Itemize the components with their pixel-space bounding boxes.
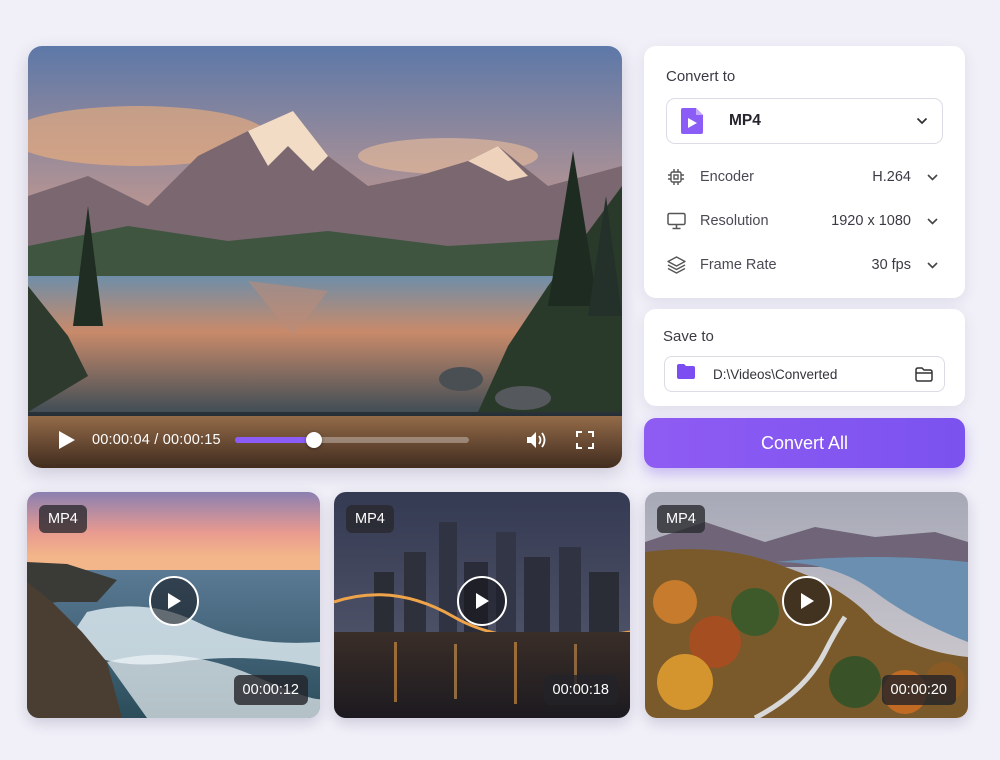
encoder-value: H.264 xyxy=(872,169,911,185)
format-badge: MP4 xyxy=(657,505,705,533)
playback-time: 00:00:04 / 00:00:15 xyxy=(92,432,221,448)
layers-icon xyxy=(666,255,686,275)
format-badge: MP4 xyxy=(346,505,394,533)
play-icon[interactable] xyxy=(457,576,507,626)
volume-icon[interactable] xyxy=(526,429,548,451)
convert-all-button[interactable]: Convert All xyxy=(644,418,965,468)
play-icon[interactable] xyxy=(781,576,832,626)
seek-bar[interactable] xyxy=(234,432,469,448)
encoder-label: Encoder xyxy=(700,169,755,185)
folder-icon xyxy=(677,364,695,384)
resolution-value: 1920 x 1080 xyxy=(831,213,911,229)
browse-folder-icon[interactable] xyxy=(914,364,934,384)
video-thumbnail-3[interactable]: MP4 00:00:20 xyxy=(645,492,968,718)
video-player[interactable]: 00:00:04 / 00:00:15 xyxy=(28,46,622,468)
fullscreen-icon[interactable] xyxy=(574,429,596,451)
save-location-panel: Save to D:\Videos\Converted xyxy=(644,309,965,406)
output-path-field[interactable]: D:\Videos\Converted xyxy=(664,356,945,392)
video-file-icon xyxy=(681,108,703,134)
format-dropdown[interactable]: MP4 xyxy=(666,98,943,144)
chevron-down-icon xyxy=(916,115,928,127)
duration-badge: 00:00:20 xyxy=(881,675,956,705)
frame-rate-label: Frame Rate xyxy=(700,257,777,273)
format-value: MP4 xyxy=(729,112,761,129)
video-preview-mountain-lake xyxy=(28,46,622,468)
save-to-title: Save to xyxy=(663,328,714,345)
encoder-option[interactable]: Encoder H.264 xyxy=(666,163,943,191)
convert-settings-panel: Convert to MP4 Encoder H.264 Resolution … xyxy=(644,46,965,298)
convert-to-title: Convert to xyxy=(666,68,736,85)
duration-badge: 00:00:18 xyxy=(543,675,618,705)
duration-badge: 00:00:12 xyxy=(233,675,308,705)
chevron-down-icon xyxy=(927,171,939,183)
time-separator: / xyxy=(154,432,163,448)
total-time: 00:00:15 xyxy=(162,432,221,448)
current-time: 00:00:04 xyxy=(92,432,151,448)
resolution-label: Resolution xyxy=(700,213,769,229)
chevron-down-icon xyxy=(927,259,939,271)
frame-rate-option[interactable]: Frame Rate 30 fps xyxy=(666,251,943,279)
output-path-value: D:\Videos\Converted xyxy=(713,366,838,382)
monitor-icon xyxy=(666,211,686,231)
frame-rate-value: 30 fps xyxy=(871,257,912,273)
player-controls: 00:00:04 / 00:00:15 xyxy=(28,412,622,468)
chip-icon xyxy=(666,167,686,187)
seek-progress xyxy=(234,437,315,443)
seek-handle[interactable] xyxy=(306,432,323,448)
play-icon[interactable] xyxy=(58,429,80,451)
chevron-down-icon xyxy=(927,215,939,227)
play-icon[interactable] xyxy=(148,576,199,626)
resolution-option[interactable]: Resolution 1920 x 1080 xyxy=(666,207,943,235)
video-thumbnail-2[interactable]: MP4 00:00:18 xyxy=(334,492,630,718)
format-badge: MP4 xyxy=(39,505,87,533)
video-thumbnail-1[interactable]: MP4 00:00:12 xyxy=(27,492,320,718)
